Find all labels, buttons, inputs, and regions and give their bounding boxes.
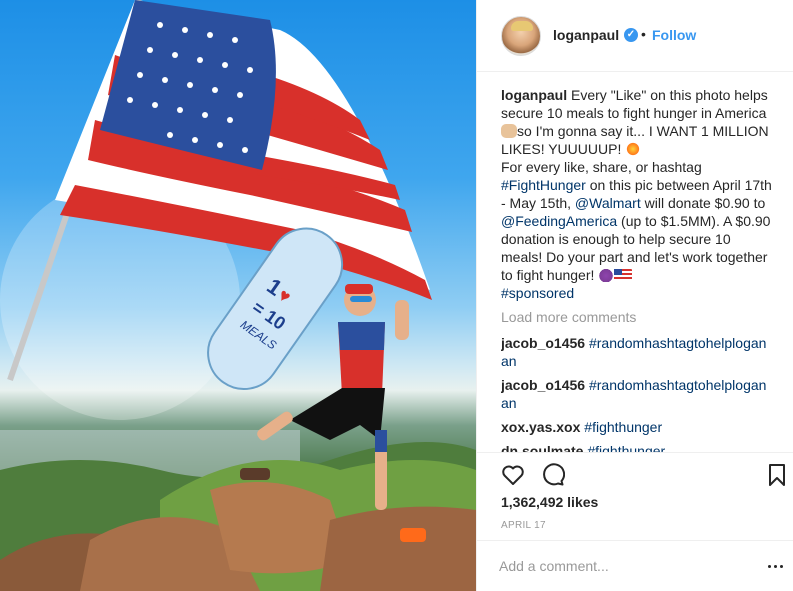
bookmark-icon[interactable] — [765, 463, 789, 487]
post-actions — [477, 452, 793, 496]
comment-username[interactable]: xox.yas.xox — [501, 419, 580, 435]
caption-username[interactable]: loganpaul — [501, 87, 567, 103]
mention-walmart[interactable]: @Walmart — [575, 195, 641, 211]
post-date[interactable]: APRIL 17 — [501, 520, 546, 531]
likes-count[interactable]: 1,362,492 likes — [501, 494, 598, 510]
photo-scene: 1 ♥ = 10 MEALS — [0, 0, 476, 591]
comment-username[interactable]: jacob_o1456 — [501, 377, 585, 393]
caption-text-5: will donate $0.90 to — [640, 195, 766, 211]
comment-item: dn.soulmate #fighthunger — [501, 442, 773, 452]
post-photo[interactable]: 1 ♥ = 10 MEALS — [0, 0, 476, 591]
hashtag-sponsored[interactable]: #sponsored — [501, 285, 574, 301]
comment-username[interactable]: jacob_o1456 — [501, 335, 585, 351]
comment-text[interactable]: #fighthunger — [584, 419, 662, 435]
comment-username[interactable]: dn.soulmate — [501, 443, 583, 452]
mention-feedingamerica[interactable]: @FeedingAmerica — [501, 213, 617, 229]
comments-list[interactable]: loganpaul Every "Like" on this photo hel… — [501, 86, 773, 452]
follow-button[interactable]: Follow — [652, 27, 696, 43]
user-avatar[interactable] — [501, 16, 541, 56]
comment-item: jacob_o1456 #randomhashtagtohelploganan — [501, 334, 773, 370]
devil-icon — [598, 268, 615, 282]
heart-icon[interactable] — [501, 463, 525, 487]
comment-item: xox.yas.xox #fighthunger — [501, 418, 773, 436]
more-options-icon[interactable] — [767, 557, 785, 575]
separator-dot: • — [641, 26, 646, 42]
add-comment-input[interactable] — [499, 555, 749, 577]
hashtag-fighthunger[interactable]: #FightHunger — [501, 177, 586, 193]
verified-badge-icon: ✓ — [624, 28, 638, 42]
load-more-comments-button[interactable]: Load more comments — [501, 308, 773, 326]
add-comment-bar — [477, 540, 793, 591]
collision-icon — [625, 142, 642, 156]
post-caption: loganpaul Every "Like" on this photo hel… — [501, 86, 773, 302]
header-username[interactable]: loganpaul — [553, 27, 619, 43]
caption-text-3: For every like, share, or hashtag — [501, 159, 702, 175]
post-side-panel: loganpaul ✓ • Follow loganpaul Every "Li… — [476, 0, 793, 591]
comment-icon[interactable] — [541, 463, 565, 487]
us-flag-icon — [614, 269, 633, 281]
post-header: loganpaul ✓ • Follow — [477, 0, 793, 72]
comment-item: jacob_o1456 #randomhashtagtohelploganan — [501, 376, 773, 412]
comment-text[interactable]: #fighthunger — [587, 443, 665, 452]
fist-icon — [501, 124, 517, 138]
